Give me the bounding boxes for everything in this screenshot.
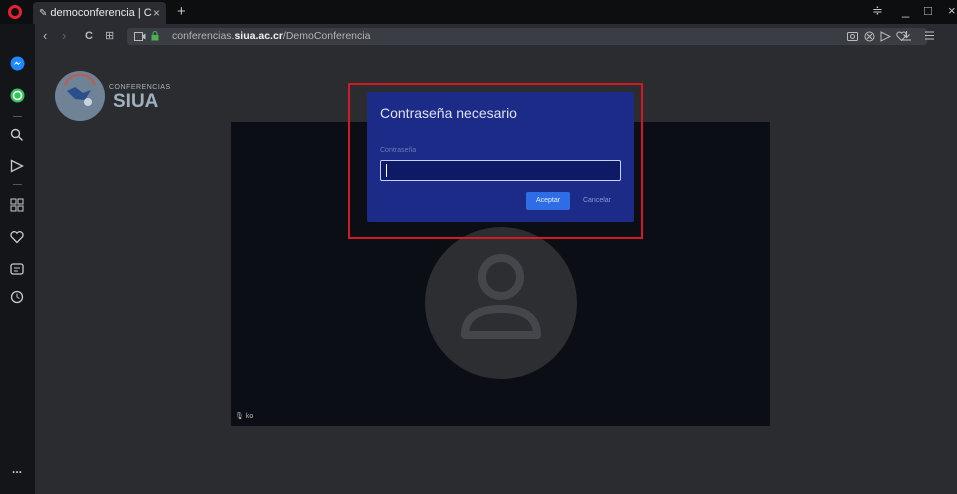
participant-name-tag: 🎙︎ ko [235, 412, 253, 420]
tab-close-icon[interactable]: × [153, 2, 160, 24]
opera-sidebar: ... [0, 24, 35, 494]
mic-icon: 🎙︎ [235, 413, 244, 420]
speed-dial-button[interactable]: ⊞ [105, 28, 114, 44]
forward-button[interactable]: › [62, 28, 66, 44]
user-silhouette-icon [461, 254, 541, 339]
url-field[interactable]: conferencias.siua.ac.cr/DemoConferencia [127, 28, 927, 45]
menu-icon[interactable] [924, 30, 935, 41]
tab-favicon-icon: ✎ [39, 8, 48, 19]
flow-icon[interactable] [10, 159, 24, 173]
reload-button[interactable]: C [85, 28, 93, 44]
back-button[interactable]: ‹ [43, 28, 47, 44]
download-icon[interactable] [901, 30, 912, 41]
send-icon[interactable] [880, 31, 891, 42]
brand-subtitle: CONFERENCIAS [109, 84, 171, 91]
title-bar: ✎ democonferencia | C × + ≑ _ □ × [0, 0, 957, 24]
block-ads-icon[interactable] [864, 31, 875, 42]
new-tab-button[interactable]: + [177, 3, 186, 20]
history-clock-icon[interactable] [10, 290, 24, 304]
easy-setup-icon[interactable]: ≑ [872, 3, 883, 19]
tab-title: democonferencia | C [50, 7, 152, 19]
participant-avatar [425, 227, 577, 379]
messenger-icon[interactable] [10, 56, 25, 71]
opera-logo-icon[interactable] [8, 5, 22, 19]
sidebar-divider [13, 184, 22, 185]
news-icon[interactable] [10, 262, 24, 276]
sidebar-divider [13, 116, 22, 117]
search-icon[interactable] [10, 128, 24, 142]
close-window-button[interactable]: × [948, 3, 956, 18]
snapshot-icon[interactable] [847, 31, 858, 42]
bookmarks-heart-icon[interactable] [10, 230, 24, 244]
minimize-button[interactable]: _ [902, 3, 909, 18]
speed-dial-icon[interactable] [10, 198, 24, 212]
siua-logo-icon [55, 71, 105, 121]
whatsapp-icon[interactable] [10, 88, 25, 103]
participant-name: ko [245, 413, 254, 420]
maximize-button[interactable]: □ [924, 3, 932, 18]
camera-icon[interactable] [134, 32, 146, 41]
highlight-box [348, 83, 643, 239]
tab-democonferencia[interactable]: ✎ democonferencia | C × [33, 2, 166, 24]
url-text: conferencias.siua.ac.cr/DemoConferencia [172, 30, 371, 42]
address-bar: ‹ › C ⊞ conferencias.siua.ac.cr/DemoConf… [35, 24, 957, 48]
lock-icon [151, 31, 159, 41]
brand-title: SIUA [113, 91, 159, 112]
sidebar-more-icon[interactable]: ... [9, 461, 25, 477]
